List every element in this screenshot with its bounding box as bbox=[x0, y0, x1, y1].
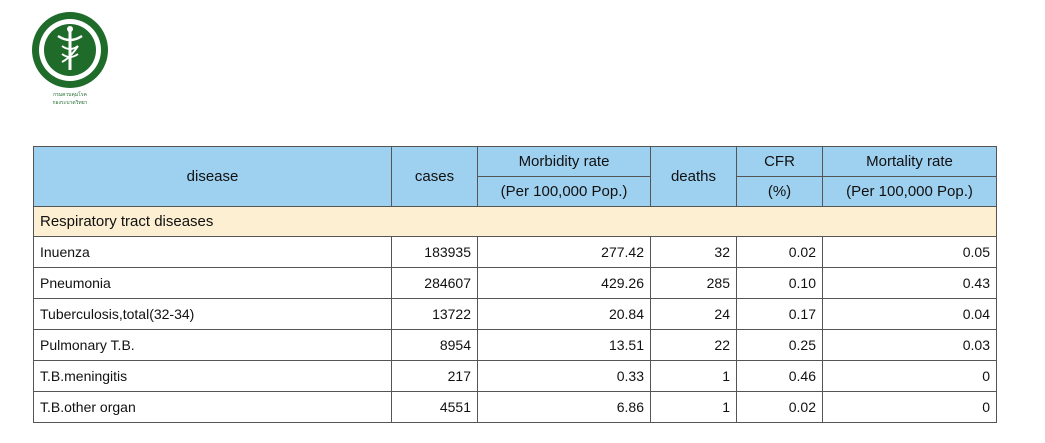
table-row: Pulmonary T.B. 8954 13.51 22 0.25 0.03 bbox=[33, 329, 997, 361]
cell-deaths: 22 bbox=[650, 329, 737, 361]
cell-cfr: 0.17 bbox=[736, 298, 823, 330]
table-row: Inuenza 183935 277.42 32 0.02 0.05 bbox=[33, 236, 997, 268]
cell-cfr: 0.02 bbox=[736, 236, 823, 268]
cell-morbidity: 277.42 bbox=[477, 236, 651, 268]
logo-text-line-2: กองระบาดวิทยา bbox=[52, 100, 88, 106]
header-disease: disease bbox=[33, 146, 392, 207]
table-header-row: disease cases Morbidity rate deaths CFR … bbox=[33, 146, 997, 207]
header-mortality: Mortality rate bbox=[822, 146, 997, 177]
cell-disease: T.B.other organ bbox=[33, 391, 392, 423]
header-morbidity-unit: (Per 100,000 Pop.) bbox=[477, 176, 651, 207]
table-row: T.B.other organ 4551 6.86 1 0.02 0 bbox=[33, 391, 997, 423]
cell-cases: 8954 bbox=[391, 329, 478, 361]
cell-morbidity: 429.26 bbox=[477, 267, 651, 299]
cell-cases: 217 bbox=[391, 360, 478, 392]
cell-cases: 4551 bbox=[391, 391, 478, 423]
cell-disease: Tuberculosis,total(32-34) bbox=[33, 298, 392, 330]
cell-morbidity: 13.51 bbox=[477, 329, 651, 361]
table-row: T.B.meningitis 217 0.33 1 0.46 0 bbox=[33, 360, 997, 392]
cell-deaths: 24 bbox=[650, 298, 737, 330]
header-cases: cases bbox=[391, 146, 478, 207]
cell-cfr: 0.46 bbox=[736, 360, 823, 392]
cell-mortality: 0.05 bbox=[822, 236, 997, 268]
cell-mortality: 0.43 bbox=[822, 267, 997, 299]
table-row: Tuberculosis,total(32-34) 13722 20.84 24… bbox=[33, 298, 997, 330]
disease-statistics-table: disease cases Morbidity rate deaths CFR … bbox=[33, 146, 997, 423]
cell-disease: Pneumonia bbox=[33, 267, 392, 299]
cell-mortality: 0.03 bbox=[822, 329, 997, 361]
cell-morbidity: 20.84 bbox=[477, 298, 651, 330]
cell-mortality: 0.04 bbox=[822, 298, 997, 330]
cell-deaths: 1 bbox=[650, 360, 737, 392]
header-cfr: CFR bbox=[736, 146, 823, 177]
cell-deaths: 285 bbox=[650, 267, 737, 299]
logo-text-line-1: กรมควบคุมโรค bbox=[53, 92, 87, 98]
cell-deaths: 1 bbox=[650, 391, 737, 423]
cell-cases: 13722 bbox=[391, 298, 478, 330]
cell-cases: 183935 bbox=[391, 236, 478, 268]
cell-disease: Pulmonary T.B. bbox=[33, 329, 392, 361]
ministry-logo: กรมควบคุมโรค กองระบาดวิทยา bbox=[25, 10, 115, 110]
section-title: Respiratory tract diseases bbox=[33, 206, 997, 237]
cell-cases: 284607 bbox=[391, 267, 478, 299]
cell-morbidity: 6.86 bbox=[477, 391, 651, 423]
cell-deaths: 32 bbox=[650, 236, 737, 268]
cell-morbidity: 0.33 bbox=[477, 360, 651, 392]
header-cfr-unit: (%) bbox=[736, 176, 823, 207]
cell-mortality: 0 bbox=[822, 360, 997, 392]
header-deaths: deaths bbox=[650, 146, 737, 207]
cell-cfr: 0.25 bbox=[736, 329, 823, 361]
cell-cfr: 0.02 bbox=[736, 391, 823, 423]
section-row: Respiratory tract diseases bbox=[33, 206, 997, 237]
header-morbidity: Morbidity rate bbox=[477, 146, 651, 177]
header-mortality-unit: (Per 100,000 Pop.) bbox=[822, 176, 997, 207]
cell-disease: T.B.meningitis bbox=[33, 360, 392, 392]
cell-cfr: 0.10 bbox=[736, 267, 823, 299]
cell-disease: Inuenza bbox=[33, 236, 392, 268]
ministry-seal-icon bbox=[32, 12, 108, 88]
cell-mortality: 0 bbox=[822, 391, 997, 423]
table-row: Pneumonia 284607 429.26 285 0.10 0.43 bbox=[33, 267, 997, 299]
